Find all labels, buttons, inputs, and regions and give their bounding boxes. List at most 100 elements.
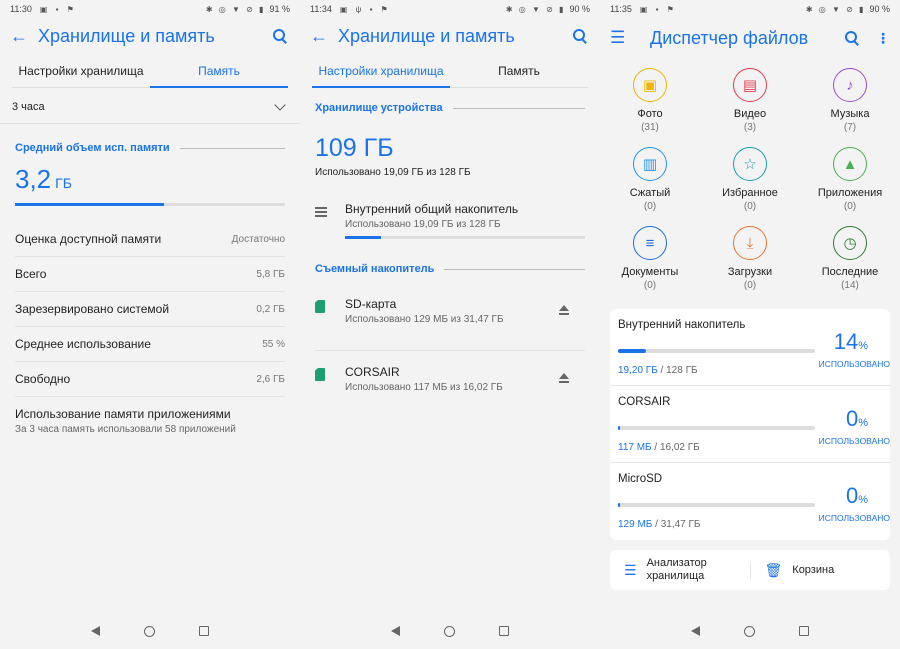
category-star[interactable]: ☆ Избранное (0)	[700, 147, 800, 212]
stat-value: 0,2 ГБ	[256, 303, 285, 315]
storage-total: / 128 ГБ	[657, 365, 698, 376]
search-icon[interactable]	[842, 28, 862, 48]
back-arrow-icon[interactable]: ←	[310, 26, 338, 47]
trash-label: Корзина	[792, 564, 835, 576]
period-dropdown[interactable]: 3 часа	[0, 90, 300, 124]
storage-analyzer-label: Анализатор хранилища	[646, 557, 707, 582]
download-icon: ⤓	[733, 226, 767, 260]
search-icon[interactable]	[570, 26, 590, 46]
storage-bar-fill	[618, 349, 646, 353]
nav-home-icon[interactable]	[444, 625, 455, 637]
stat-value: Достаточно	[231, 233, 285, 245]
removable-title: SD-карта	[345, 297, 397, 311]
app-memory-subtitle: За 3 часа память использовали 58 приложе…	[15, 424, 236, 435]
nav-recents-icon[interactable]	[799, 626, 809, 636]
category-count: (14)	[841, 280, 859, 291]
stat-value: 5,8 ГБ	[256, 268, 285, 280]
status-bar: 11:30 ▣ ▪ ⚑ ✱ ◎ ▼ ⊘ ▮ 91 %	[0, 0, 300, 18]
storage-row[interactable]: MicroSD 0% ИСПОЛЬЗОВАНО 129 МБ / 31,47 ГБ	[610, 463, 890, 540]
menu-icon[interactable]: ☰	[610, 28, 650, 48]
stat-label: Оценка доступной памяти	[15, 232, 162, 246]
device-used: Использовано 19,09 ГБ из 128 ГБ	[315, 167, 471, 178]
nav-bar	[0, 613, 300, 649]
category-label: Документы	[621, 266, 679, 278]
search-icon[interactable]	[270, 26, 290, 46]
page-title: Диспетчер файлов	[650, 27, 809, 48]
category-history[interactable]: ◷ Последние (14)	[800, 226, 900, 291]
file-manager-screen: 11:35 ▣ ▪ ⚑ ✱ ◎ ▼ ⊘ ▮ 90 % ☰ Диспетчер ф…	[600, 0, 900, 649]
storage-bar	[618, 349, 815, 353]
battery-level: 90 %	[569, 4, 590, 14]
nav-back-icon[interactable]	[91, 626, 100, 636]
internal-storage-fill	[345, 236, 381, 239]
device-storage-heading: Хранилище устройства	[315, 102, 443, 114]
eject-icon[interactable]	[559, 373, 569, 383]
system-status-icons: ✱ ◎ ▼ ⊘ ▮	[805, 4, 866, 14]
removable-sub: Использовано 117 МБ из 16,02 ГБ	[345, 382, 503, 393]
tab-storage-settings[interactable]: Настройки хранилища	[312, 54, 450, 88]
archive-icon: ▥	[633, 147, 667, 181]
internal-storage-item[interactable]: Внутренний общий накопитель Использовано…	[300, 202, 600, 239]
category-archive[interactable]: ▥ Сжатый (0)	[600, 147, 700, 212]
tab-storage-settings[interactable]: Настройки хранилища	[12, 54, 150, 87]
status-bar: 11:34 ▣ ψ ▪ ⚑ ✱ ◎ ▼ ⊘ ▮ 90 %	[300, 0, 600, 18]
category-download[interactable]: ⤓ Загрузки (0)	[700, 226, 800, 291]
app-memory-title: Использование памяти приложениями	[15, 407, 231, 421]
system-status-icons: ✱ ◎ ▼ ⊘ ▮	[205, 4, 266, 14]
tools-card: ☰ Анализатор хранилища 🗑 Корзина	[610, 550, 890, 590]
section-header: Средний объем исп. памяти	[0, 142, 300, 154]
storage-name: CORSAIR	[618, 396, 671, 408]
storage-row[interactable]: CORSAIR 0% ИСПОЛЬЗОВАНО 117 МБ / 16,02 ГБ	[610, 386, 890, 463]
eject-icon[interactable]	[559, 305, 569, 315]
status-time: 11:34	[310, 4, 332, 14]
section-header: Хранилище устройства	[300, 102, 600, 114]
storage-total: / 31,47 ГБ	[652, 519, 701, 530]
sd-card-icon	[315, 300, 325, 313]
sd-card-icon	[315, 368, 325, 381]
category-music[interactable]: ♪ Музыка (7)	[800, 68, 900, 133]
storage-card: Внутренний накопитель 14% ИСПОЛЬЗОВАНО 19,2…	[610, 309, 890, 540]
tab-memory[interactable]: Память	[450, 54, 588, 87]
music-icon: ♪	[833, 68, 867, 102]
page-title: Хранилище и память	[338, 25, 515, 46]
trash-icon: 🗑	[764, 561, 783, 578]
storage-amount: 19,20 ГБ / 128 ГБ	[618, 365, 698, 376]
storage-bar	[618, 503, 815, 507]
category-android[interactable]: ▲ Приложения (0)	[800, 147, 900, 212]
memory-stat-row: Среднее использование 55 %	[15, 327, 285, 362]
chevron-down-icon	[274, 98, 286, 111]
app-memory-usage-item[interactable]: Использование памяти приложениями За 3 ч…	[0, 397, 300, 435]
status-time: 11:35	[610, 4, 632, 14]
category-label: Последние	[821, 266, 879, 278]
back-arrow-icon[interactable]: ←	[10, 26, 38, 47]
category-photo[interactable]: ▣ Фото (31)	[600, 68, 700, 133]
category-document[interactable]: ≡ Документы (0)	[600, 226, 700, 291]
removable-storage-item[interactable]: CORSAIR Использовано 117 МБ из 16,02 ГБ	[315, 350, 585, 403]
nav-back-icon[interactable]	[391, 626, 400, 636]
stat-label: Всего	[15, 267, 47, 281]
used-label: ИСПОЛЬЗОВАНО	[818, 513, 890, 523]
nav-bar	[300, 613, 600, 649]
storage-row[interactable]: Внутренний накопитель 14% ИСПОЛЬЗОВАНО 19,2…	[610, 309, 890, 386]
nav-home-icon[interactable]	[744, 625, 755, 637]
more-options-icon[interactable]: ⋮	[876, 30, 890, 47]
storage-amount: 117 МБ / 16,02 ГБ	[618, 442, 700, 453]
nav-back-icon[interactable]	[691, 626, 700, 636]
tab-memory[interactable]: Память	[150, 54, 288, 88]
internal-storage-title: Внутренний общий накопитель	[345, 202, 519, 216]
memory-stat-row: Оценка доступной памяти Достаточно	[15, 222, 285, 257]
internal-storage-bar	[345, 236, 585, 239]
analyzer-icon: ☰	[624, 561, 637, 578]
removable-storage-item[interactable]: SD-карта Использовано 129 МБ из 31,47 ГБ	[300, 297, 600, 350]
storage-bar-fill	[618, 426, 620, 430]
category-video[interactable]: ▤ Видео (3)	[700, 68, 800, 133]
storage-analyzer-button[interactable]: ☰ Анализатор хранилища	[610, 557, 750, 583]
storage-used: 19,20 ГБ	[618, 365, 658, 376]
nav-recents-icon[interactable]	[199, 626, 209, 636]
trash-button[interactable]: 🗑 Корзина	[749, 561, 891, 579]
category-count: (0)	[643, 280, 657, 291]
nav-home-icon[interactable]	[144, 625, 155, 637]
nav-recents-icon[interactable]	[499, 626, 509, 636]
notification-icons: ▣ ψ ▪ ⚑	[339, 4, 391, 14]
avg-memory-unit: ГБ	[55, 175, 72, 191]
